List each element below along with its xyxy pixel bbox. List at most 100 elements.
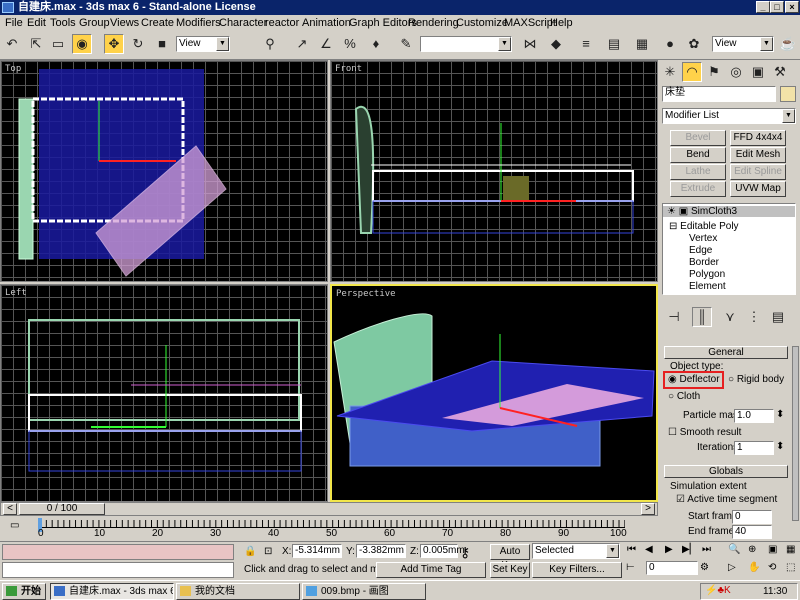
render-type-dropdown[interactable]: View ▼: [712, 36, 774, 52]
active-time-checkbox[interactable]: ☑ Active time segment: [676, 494, 777, 505]
remove-modifier-icon[interactable]: ⋮: [744, 307, 764, 327]
stack-item-vertex[interactable]: Vertex: [689, 233, 717, 244]
menu-create[interactable]: Create: [141, 15, 174, 31]
iterations-spinner[interactable]: ⬍: [776, 441, 784, 452]
close-button[interactable]: ×: [785, 1, 799, 13]
play-icon[interactable]: ▶: [665, 544, 673, 555]
make-unique-icon[interactable]: ⋎: [720, 307, 740, 327]
zoom-all-icon[interactable]: ⊕: [748, 544, 756, 555]
viewport-label-top[interactable]: Top: [5, 64, 21, 74]
window-crossing-icon[interactable]: ◉: [72, 34, 92, 54]
menu-reactor[interactable]: reactor: [265, 15, 299, 31]
create-tab-icon[interactable]: ✳: [660, 62, 680, 82]
zoom-extents-all-icon[interactable]: ▦: [786, 544, 795, 555]
key-mode-icon[interactable]: ⊢: [626, 562, 635, 573]
key-icon[interactable]: ⚷: [460, 544, 470, 561]
viewport-left[interactable]: Left: [0, 284, 328, 502]
absolute-mode-icon[interactable]: ⊡: [264, 546, 272, 557]
extrude-button[interactable]: Extrude: [670, 181, 726, 197]
next-frame-button[interactable]: >: [641, 503, 655, 515]
tray-icon[interactable]: ⚡♣K: [705, 585, 731, 596]
viewport-perspective[interactable]: Perspective: [330, 284, 658, 502]
undo-icon[interactable]: ↶: [2, 34, 22, 54]
panel-scrollbar[interactable]: [792, 346, 799, 521]
configure-sets-icon[interactable]: ▤: [768, 307, 788, 327]
maxscript-listener[interactable]: [2, 544, 234, 560]
display-tab-icon[interactable]: ▣: [748, 62, 768, 82]
lightbulb-icon[interactable]: ☀ ▣: [667, 206, 691, 217]
layers-icon[interactable]: ≡: [576, 34, 596, 54]
rigid-body-radio[interactable]: ○ Rigid body: [728, 374, 784, 385]
globals-rollout[interactable]: Globals: [664, 465, 788, 478]
zoom-extents-icon[interactable]: ▣: [768, 544, 777, 555]
bevel-button[interactable]: Bevel: [670, 130, 726, 146]
iterations-field[interactable]: 1: [734, 441, 774, 455]
task-paint[interactable]: 009.bmp - 画图: [302, 583, 426, 600]
named-selection-icon[interactable]: ✎: [396, 34, 416, 54]
motion-tab-icon[interactable]: ◎: [726, 62, 746, 82]
menu-animation[interactable]: Animation: [302, 15, 351, 31]
menu-file[interactable]: File: [5, 15, 23, 31]
menu-tools[interactable]: Tools: [50, 15, 76, 31]
prev-frame-button[interactable]: <: [3, 503, 17, 515]
auto-key-button[interactable]: Auto Key: [490, 544, 530, 571]
named-selection-dropdown[interactable]: ▼: [420, 36, 512, 52]
hierarchy-tab-icon[interactable]: ⚑: [704, 62, 724, 82]
menu-customize[interactable]: Customize: [456, 15, 508, 31]
menu-graph-editors[interactable]: Graph Editors: [349, 15, 417, 31]
menu-modifiers[interactable]: Modifiers: [176, 15, 221, 31]
stack-item-simcloth3[interactable]: ☀ ▣ SimCloth3: [663, 206, 795, 217]
time-slider-track[interactable]: < 0 / 100 >: [0, 502, 658, 516]
reference-coordinate-dropdown[interactable]: View ▼: [176, 36, 230, 52]
menu-character[interactable]: Character: [219, 15, 267, 31]
y-coordinate-field[interactable]: -3.382mm: [356, 544, 406, 558]
cloth-radio[interactable]: ○ Cloth: [668, 391, 700, 402]
next-key-icon[interactable]: ▶▏: [682, 544, 697, 555]
goto-end-icon[interactable]: ⏭: [702, 544, 711, 555]
stack-item-border[interactable]: Border: [689, 257, 719, 268]
stack-item-editable-poly[interactable]: ⊟ Editable Poly: [669, 221, 739, 232]
modifier-stack[interactable]: ☀ ▣ SimCloth3 ⊟ Editable Poly Vertex Edg…: [662, 203, 796, 295]
modify-tab-icon[interactable]: ◠: [682, 62, 702, 82]
ffd-button[interactable]: FFD 4x4x4: [730, 130, 786, 146]
percent-snap-icon[interactable]: %: [340, 34, 360, 54]
menu-maxscript[interactable]: MAXScript: [504, 15, 556, 31]
spinner-snap-icon[interactable]: ♦: [366, 34, 386, 54]
x-coordinate-field[interactable]: -5.314mm: [292, 544, 342, 558]
edit-spline-button[interactable]: Edit Spline: [730, 164, 786, 180]
object-color-swatch[interactable]: [780, 86, 796, 102]
maxscript-input[interactable]: [2, 562, 234, 578]
snap-icon[interactable]: ↗: [292, 34, 312, 54]
set-key-button[interactable]: Set Key: [490, 562, 530, 578]
move-icon[interactable]: ✥: [104, 34, 124, 54]
pan-icon[interactable]: ✋: [748, 562, 760, 573]
current-frame-field[interactable]: 0: [646, 561, 698, 575]
zoom-icon[interactable]: 🔍: [728, 544, 740, 555]
viewport-label-left[interactable]: Left: [5, 288, 27, 298]
align-icon[interactable]: ◆: [546, 34, 566, 54]
general-rollout[interactable]: General: [664, 346, 788, 359]
stack-item-element[interactable]: Element: [689, 281, 726, 292]
render-scene-icon[interactable]: ✿: [684, 34, 704, 54]
show-end-result-icon[interactable]: ║: [692, 307, 712, 327]
arc-rotate-icon[interactable]: ⟲: [768, 562, 776, 573]
rotate-icon[interactable]: ↻: [128, 34, 148, 54]
prev-key-icon[interactable]: ◀: [645, 544, 653, 555]
modifier-list-dropdown[interactable]: Modifier List ▼: [662, 108, 796, 124]
start-button[interactable]: 开始: [2, 583, 46, 600]
uvw-map-button[interactable]: UVW Map: [730, 181, 786, 197]
mirror-icon[interactable]: ⋈: [520, 34, 540, 54]
task-my-documents[interactable]: 我的文档: [176, 583, 300, 600]
z-coordinate-field[interactable]: 0.005mm: [420, 544, 465, 558]
viewport-front[interactable]: Front: [330, 60, 658, 282]
minimize-button[interactable]: _: [756, 1, 770, 13]
object-name-field[interactable]: 床垫: [662, 86, 776, 102]
schematic-icon[interactable]: ▦: [632, 34, 652, 54]
menu-group[interactable]: Group: [79, 15, 110, 31]
edit-mesh-button[interactable]: Edit Mesh: [730, 147, 786, 163]
menu-rendering[interactable]: Rendering: [408, 15, 459, 31]
viewport-top[interactable]: Top: [0, 60, 328, 282]
pin-stack-icon[interactable]: ⊣: [664, 307, 684, 327]
scale-icon[interactable]: ■: [152, 34, 172, 54]
key-filters-button[interactable]: Key Filters...: [532, 562, 622, 578]
